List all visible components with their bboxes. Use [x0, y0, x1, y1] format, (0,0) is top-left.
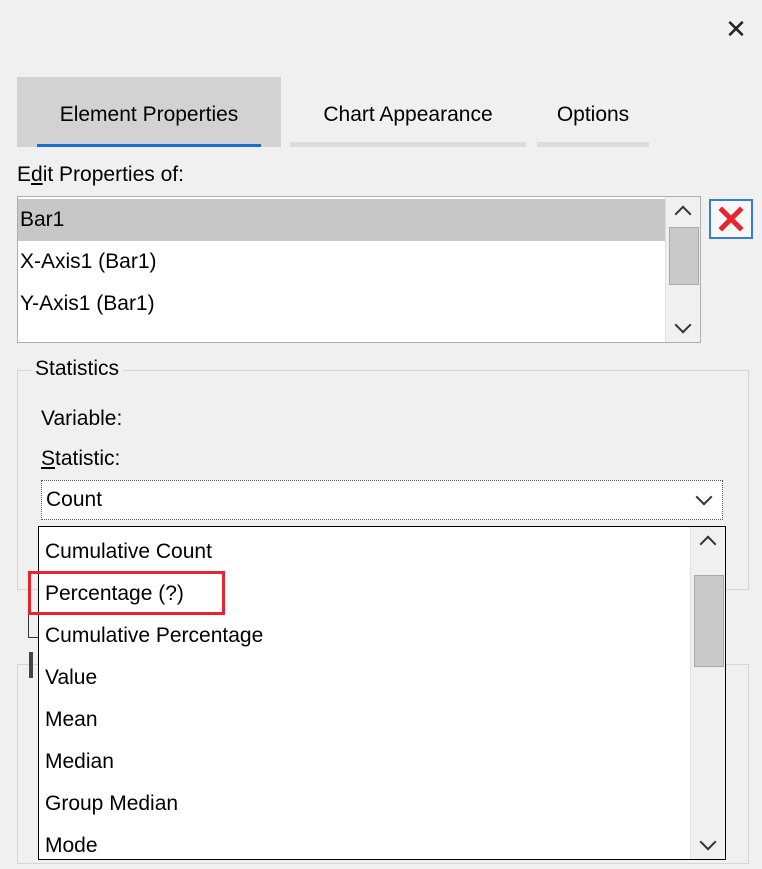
- statistic-selected-value: Count: [46, 488, 103, 511]
- edit-properties-label: Edit Properties of:: [17, 163, 184, 186]
- scroll-thumb[interactable]: [694, 575, 724, 667]
- tab-element-properties[interactable]: Element Properties: [17, 77, 281, 147]
- scroll-down-button[interactable]: [691, 831, 725, 859]
- statistic-label: Statistic:: [41, 447, 121, 470]
- dropdown-option-percentage[interactable]: Percentage (?): [39, 573, 697, 615]
- dropdown-option-mode[interactable]: Mode: [39, 825, 697, 859]
- chevron-down-icon: [674, 316, 692, 334]
- dropdown-scrollbar[interactable]: [690, 527, 725, 859]
- chevron-up-icon: [674, 205, 692, 223]
- close-icon: ✕: [725, 15, 747, 45]
- chevron-down-icon: [695, 488, 713, 506]
- list-item-x-axis1[interactable]: X-Axis1 (Bar1): [18, 241, 668, 283]
- dropdown-option-median[interactable]: Median: [39, 741, 697, 783]
- dropdown-option-cumulative-count[interactable]: Cumulative Count: [39, 531, 697, 573]
- dropdown-option-cumulative-percentage[interactable]: Cumulative Percentage: [39, 615, 697, 657]
- variable-label: Variable:: [41, 407, 123, 430]
- scroll-up-button[interactable]: [666, 197, 700, 225]
- delete-element-button[interactable]: [709, 199, 753, 239]
- scroll-down-button[interactable]: [666, 314, 700, 342]
- dropdown-option-mean[interactable]: Mean: [39, 699, 697, 741]
- list-item-y-axis1[interactable]: Y-Axis1 (Bar1): [18, 283, 668, 325]
- edit-properties-list[interactable]: Bar1 X-Axis1 (Bar1) Y-Axis1 (Bar1): [17, 196, 701, 343]
- dropdown-option-value[interactable]: Value: [39, 657, 697, 699]
- list-item-bar1[interactable]: Bar1: [18, 199, 668, 241]
- title-bar: [0, 0, 762, 60]
- dropdown-option-group-median[interactable]: Group Median: [39, 783, 697, 825]
- scroll-up-button[interactable]: [691, 527, 725, 555]
- tab-options[interactable]: Options: [537, 77, 649, 147]
- statistics-legend: Statistics: [31, 356, 124, 382]
- tab-label: Element Properties: [59, 103, 239, 126]
- obscured-legend: [29, 652, 33, 678]
- red-x-icon: [718, 206, 744, 232]
- statistic-select[interactable]: Count: [41, 480, 723, 520]
- tab-label: Chart Appearance: [323, 103, 493, 126]
- tab-chart-appearance[interactable]: Chart Appearance: [290, 77, 526, 147]
- list-scrollbar[interactable]: [665, 197, 700, 342]
- active-tab-indicator: [37, 144, 261, 147]
- chevron-up-icon: [699, 535, 717, 553]
- statistic-dropdown-list[interactable]: Cumulative Count Percentage (?) Cumulati…: [38, 526, 726, 860]
- close-button[interactable]: ✕: [714, 8, 758, 52]
- scroll-thumb[interactable]: [669, 227, 699, 285]
- chevron-down-icon: [699, 833, 717, 851]
- tab-label: Options: [556, 103, 630, 126]
